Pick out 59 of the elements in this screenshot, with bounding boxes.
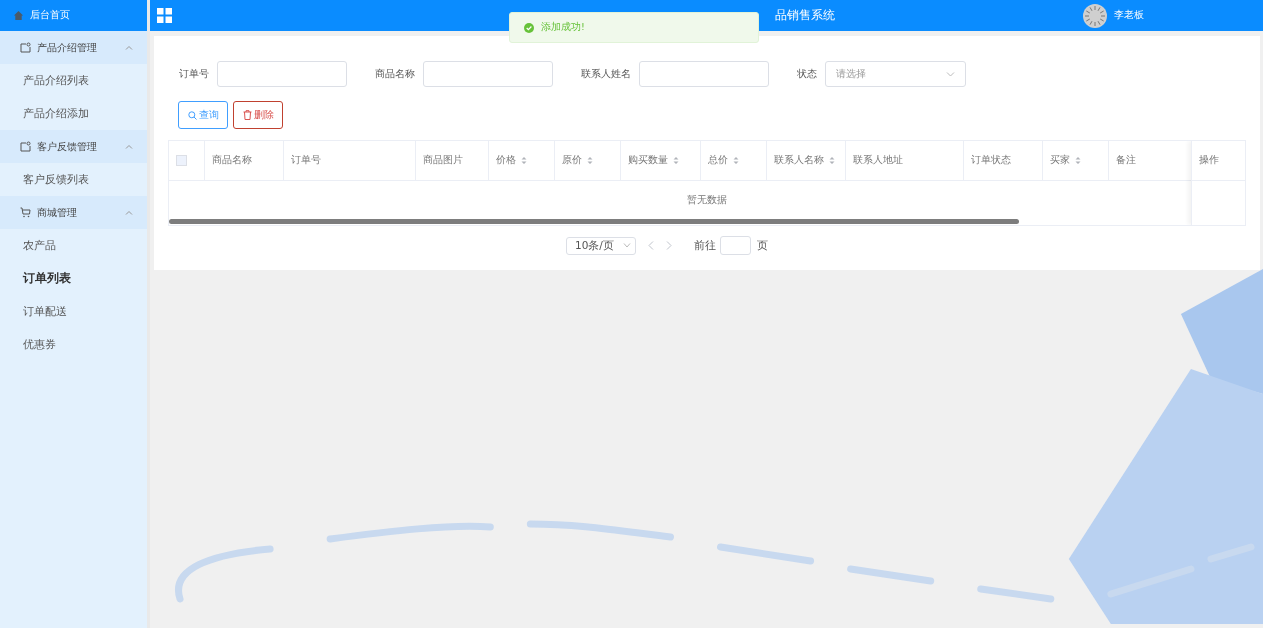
column-header: 操作	[1192, 141, 1245, 181]
scrollbar-thumb[interactable]	[169, 219, 1019, 224]
menu-item[interactable]: 产品介绍列表	[0, 64, 147, 97]
column-header[interactable]: 原价	[562, 154, 582, 167]
column-header[interactable]: 联系人名称	[774, 154, 824, 167]
checkbox[interactable]	[176, 155, 187, 166]
sort-icon[interactable]	[587, 156, 593, 165]
column-header[interactable]: 买家	[1050, 154, 1070, 167]
search-icon	[187, 110, 197, 120]
grid-menu-icon[interactable]	[157, 8, 172, 23]
filter-label: 订单号	[179, 67, 209, 81]
page-input[interactable]	[720, 236, 751, 255]
goto-label: 前往	[694, 238, 716, 253]
next-page-icon[interactable]	[666, 241, 672, 250]
sort-icon[interactable]	[673, 156, 679, 165]
sort-icon[interactable]	[829, 156, 835, 165]
trash-icon	[242, 110, 252, 120]
column-header: 订单状态	[971, 154, 1011, 167]
check-circle-icon	[524, 22, 534, 33]
page-unit: 页	[757, 238, 768, 253]
menu-group[interactable]: 产品介绍管理	[0, 31, 147, 64]
menu-item[interactable]: 客户反馈列表	[0, 163, 147, 196]
chevron-down-icon	[946, 71, 955, 77]
column-header[interactable]: 购买数量	[628, 154, 668, 167]
home-icon	[13, 10, 24, 21]
column-header: 订单号	[291, 154, 321, 167]
empty-text: 暂无数据	[687, 193, 727, 207]
column-header: 联系人地址	[853, 154, 903, 167]
filter-label: 商品名称	[375, 67, 415, 81]
column-header[interactable]: 价格	[496, 154, 516, 167]
menu-item[interactable]: 订单配送	[0, 295, 147, 328]
column-header[interactable]: 总价	[708, 154, 728, 167]
delete-button[interactable]: 删除	[233, 101, 283, 129]
filter-label: 状态	[797, 67, 817, 81]
avatar-icon[interactable]	[1083, 3, 1107, 28]
chevron-down-icon	[623, 243, 631, 248]
column-header: 商品图片	[423, 154, 463, 167]
menu-item[interactable]: 产品介绍添加	[0, 97, 147, 130]
system-title: 品销售系统	[775, 8, 835, 22]
filter-label: 联系人姓名	[581, 67, 631, 81]
menu-item[interactable]: 订单列表	[0, 262, 147, 295]
toast-message: 添加成功!	[541, 21, 585, 34]
sort-icon[interactable]	[521, 156, 527, 165]
menu-group[interactable]: 商城管理	[0, 196, 147, 229]
page-size-select[interactable]: 10条/页	[566, 236, 636, 255]
sort-icon[interactable]	[733, 156, 739, 165]
input-field[interactable]	[639, 61, 769, 87]
menu-group[interactable]: 客户反馈管理	[0, 130, 147, 163]
sort-icon[interactable]	[1075, 156, 1081, 165]
input-field[interactable]	[423, 61, 553, 87]
column-header: 商品名称	[212, 154, 252, 167]
document-icon	[20, 141, 31, 152]
cart-icon	[20, 207, 31, 218]
previous-page-icon[interactable]	[648, 241, 654, 250]
input-field[interactable]	[217, 61, 347, 87]
menu-item[interactable]: 农产品	[0, 229, 147, 262]
column-header: 备注	[1116, 154, 1136, 167]
menu-item[interactable]: 优惠券	[0, 328, 147, 361]
document-icon	[20, 42, 31, 53]
